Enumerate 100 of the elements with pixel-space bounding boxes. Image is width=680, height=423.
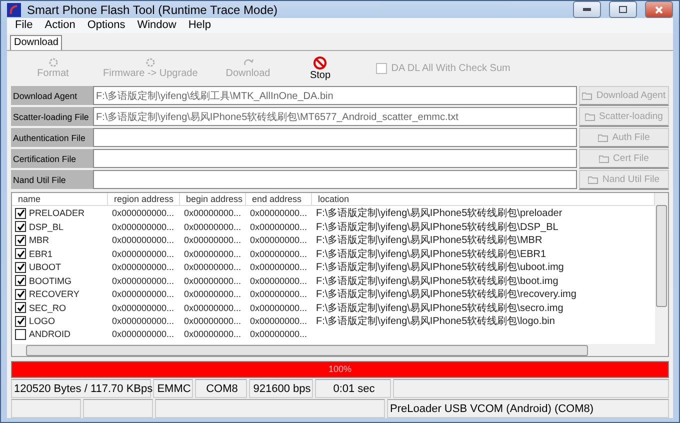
table-cell-text: 0x00000000... xyxy=(249,262,308,272)
menu-item[interactable]: Help xyxy=(182,18,217,33)
checkbox[interactable] xyxy=(15,302,26,313)
progress-label: 100% xyxy=(327,363,353,376)
folder-icon xyxy=(588,176,600,184)
table-cell-text: 0x000000000... xyxy=(111,262,176,272)
table-cell-text: 0x00000000... xyxy=(183,248,242,258)
table-cell: MBR xyxy=(29,235,49,245)
menu-item[interactable]: Action xyxy=(38,18,82,33)
gear-icon xyxy=(144,57,156,68)
checkbox[interactable] xyxy=(15,275,26,286)
folder-icon xyxy=(599,154,610,162)
status-cell: EMMC xyxy=(153,379,193,398)
field-label: Download Agent xyxy=(11,86,93,105)
column-header[interactable]: begin address xyxy=(180,193,246,206)
vertical-scrollbar[interactable] xyxy=(655,193,668,356)
checkbox[interactable] xyxy=(15,248,26,259)
table-cell: RECOVERY xyxy=(29,289,80,299)
folder-icon xyxy=(582,92,594,100)
table-cell-text: 0x00000000... xyxy=(183,329,242,340)
table-cell-text: F:\多语版定制\yifeng\易风IPhone5软砖线刷包\EBR1 xyxy=(315,248,548,260)
toolbar-button[interactable]: Stop xyxy=(284,56,356,80)
table-cell-text: F:\多语版定制\yifeng\易风IPhone5软砖线刷包\uboot.img xyxy=(315,260,565,274)
checkbox-label: DA DL All With Check Sum xyxy=(391,62,510,74)
status-cell: 0:01 sec xyxy=(315,379,391,398)
field-label: Authentication File xyxy=(11,128,93,147)
table-cell: ANDROID xyxy=(29,329,71,340)
checkbox[interactable] xyxy=(15,316,26,326)
table-cell-text: 0x00000000... xyxy=(183,316,242,326)
table-cell-text: F:\多语版定制\yifeng\易风IPhone5软砖线刷包\secro.img xyxy=(315,302,564,314)
path-field[interactable]: F:\多语版定制\yifeng\线刷工具\MTK_AllInOne_DA.bin xyxy=(93,86,577,105)
table-cell-text: 0x00000000... xyxy=(249,316,308,326)
table-cell-text: 0x00000000... xyxy=(183,276,242,286)
maximize-icon xyxy=(619,6,627,13)
table-cell-text: 0x00000000... xyxy=(249,222,308,232)
menu-item[interactable]: Window xyxy=(131,18,182,33)
horizontal-scrollbar[interactable] xyxy=(12,344,655,356)
status-cell: PreLoader USB VCOM (Android) (COM8) xyxy=(387,399,669,418)
tab[interactable]: Download xyxy=(10,35,62,50)
column-header[interactable]: location xyxy=(312,193,655,206)
table-cell-text: 0x000000000... xyxy=(111,235,176,245)
table-cell-text: 0x000000000... xyxy=(111,248,176,258)
table-cell-text: 0x00000000... xyxy=(249,208,308,218)
table-cell-text: 0x00000000... xyxy=(183,222,242,232)
redo-icon xyxy=(242,57,254,68)
table-cell: BOOTIMG xyxy=(29,276,72,286)
table-cell-text: 0x00000000... xyxy=(249,248,308,258)
field-label: Scatter-loading File xyxy=(11,107,93,126)
minimize-icon xyxy=(583,8,591,11)
table-cell-text: F:\多语版定制\yifeng\易风IPhone5软砖线刷包\MBR xyxy=(315,234,544,247)
table-cell: EBR1 xyxy=(29,248,53,258)
minimize-button[interactable] xyxy=(573,1,601,18)
checkbox[interactable] xyxy=(15,221,26,232)
status-panel xyxy=(83,399,153,418)
close-button[interactable] xyxy=(645,1,673,18)
maximize-button[interactable] xyxy=(609,1,637,18)
table-cell-text: 0x000000000... xyxy=(111,329,176,340)
table-cell-text: 0x00000000... xyxy=(183,302,242,312)
table-cell-text: 0x00000000... xyxy=(249,329,308,340)
status-cell: COM8 xyxy=(195,379,247,398)
menu-item[interactable]: File xyxy=(9,18,39,33)
field-label: Nand Util File xyxy=(11,170,93,189)
table-cell-text: 0x00000000... xyxy=(249,235,308,245)
checkbox[interactable] xyxy=(15,288,26,300)
table-cell: DSP_BL xyxy=(29,222,64,232)
table-cell-text: 0x000000000... xyxy=(111,289,176,299)
app-icon xyxy=(7,2,21,16)
folder-icon xyxy=(598,134,610,142)
stop-icon xyxy=(313,56,328,70)
folder-icon xyxy=(585,112,596,120)
table-cell-text: 0x00000000... xyxy=(249,276,308,286)
table-cell-text: F:\多语版定制\yifeng\易风IPhone5软砖线刷包\boot.img xyxy=(315,274,560,288)
table-cell-text: 0x00000000... xyxy=(183,208,242,218)
table-cell-text: 0x00000000... xyxy=(249,289,308,299)
column-header[interactable]: name xyxy=(12,193,108,206)
checkbox[interactable] xyxy=(15,208,26,218)
table-cell-text: F:\多语版定制\yifeng\易风IPhone5软砖线刷包\recovery.img xyxy=(315,288,578,301)
window-title: Smart Phone Flash Tool (Runtime Trace Mode) xyxy=(27,2,279,16)
status-panel xyxy=(11,399,81,418)
table-cell-text: 0x000000000... xyxy=(111,208,176,218)
menu-item[interactable]: Options xyxy=(81,18,132,33)
path-field[interactable] xyxy=(93,170,577,189)
gear-icon xyxy=(48,57,58,68)
status-cell: 120520 Bytes / 117.70 KBps xyxy=(11,379,151,398)
path-field[interactable]: F:\多语版定制\yifeng\易风IPhone5软砖线刷包\MT6577_Android_scatter_emmc.txt xyxy=(93,107,577,126)
column-header[interactable]: end address xyxy=(246,193,312,206)
checkbox[interactable] xyxy=(15,234,26,246)
table-cell: LOGO xyxy=(29,316,56,326)
checkbox[interactable] xyxy=(15,262,26,272)
field-label: Certification File xyxy=(11,149,93,168)
table-cell-text: 0x000000000... xyxy=(111,276,176,286)
table-cell-text: 0x00000000... xyxy=(249,302,308,312)
path-field[interactable] xyxy=(93,128,577,147)
path-field[interactable] xyxy=(93,149,577,168)
close-icon xyxy=(655,6,663,14)
table-cell-text: F:\多语版定制\yifeng\易风IPhone5软砖线刷包\preloader xyxy=(315,206,564,220)
checkbox[interactable] xyxy=(15,328,26,340)
table-cell: PRELOADER xyxy=(29,208,85,218)
column-header[interactable]: region address xyxy=(108,193,180,206)
table-cell: SEC_RO xyxy=(29,302,66,312)
